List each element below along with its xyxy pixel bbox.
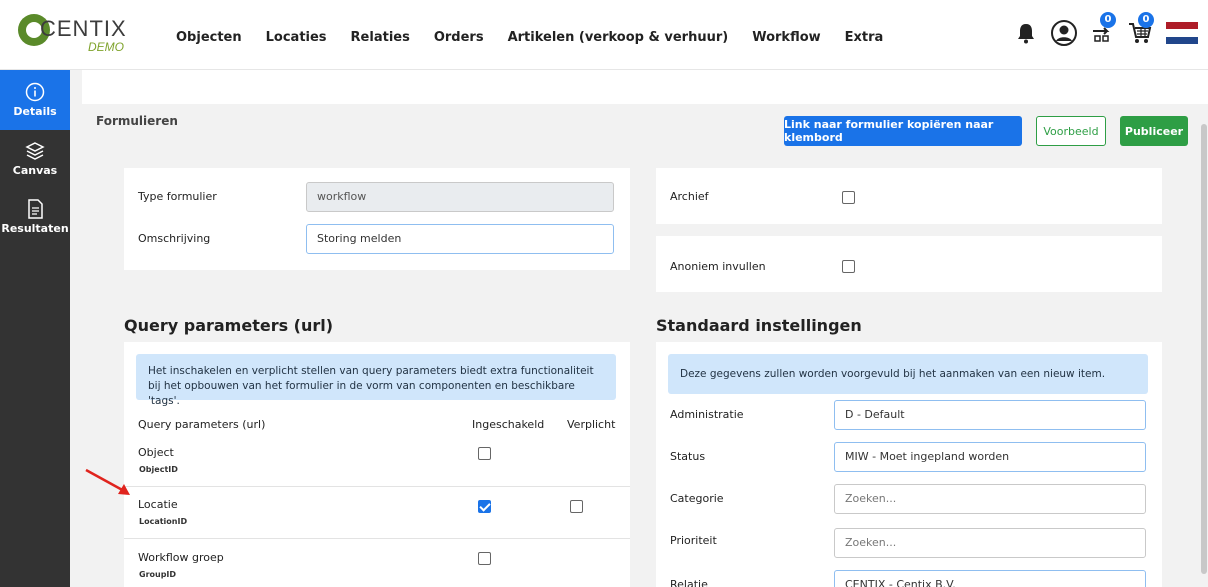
- type-label: Type formulier: [138, 190, 217, 203]
- top-bar: CENTIX DEMO Objecten Locaties Relaties O…: [0, 0, 1208, 70]
- preview-button[interactable]: Voorbeeld: [1036, 116, 1106, 146]
- bell-icon[interactable]: [1012, 18, 1040, 48]
- column-header-name: Query parameters (url): [138, 418, 266, 431]
- form-details-card: Type formulier workflow Omschrijving Sto…: [124, 168, 630, 270]
- centix-logo[interactable]: CENTIX DEMO: [18, 12, 148, 58]
- anonymous-label: Anoniem invullen: [670, 260, 766, 273]
- query-parameters-card: Het inschakelen en verplicht stellen van…: [124, 342, 630, 587]
- category-label: Categorie: [670, 492, 724, 505]
- param-code: ObjectID: [139, 465, 178, 474]
- param-label: Workflow groep: [138, 551, 224, 564]
- sidebar-label: Resultaten: [1, 222, 69, 235]
- description-field[interactable]: Storing melden: [306, 224, 614, 254]
- status-label: Status: [670, 450, 706, 463]
- category-search-field[interactable]: Zoeken...: [834, 484, 1146, 514]
- logo-text: CENTIX: [40, 16, 127, 41]
- page-title: Formulieren: [96, 114, 178, 128]
- description-label: Omschrijving: [138, 232, 211, 245]
- publish-button[interactable]: Publiceer: [1120, 116, 1188, 146]
- annotation-arrow-icon: [85, 468, 130, 495]
- nav-item-extra[interactable]: Extra: [845, 30, 884, 45]
- sidebar-item-canvas[interactable]: Canvas: [0, 130, 70, 188]
- default-settings-card: Deze gegevens zullen worden voorgevuld b…: [656, 342, 1162, 587]
- archive-card: Archief: [656, 168, 1162, 224]
- transfer-icon[interactable]: 0: [1088, 12, 1116, 48]
- nav-item-objecten[interactable]: Objecten: [176, 30, 242, 45]
- administration-field[interactable]: D - Default: [834, 400, 1146, 430]
- location-enabled-checkbox[interactable]: [478, 500, 491, 513]
- priority-label: Prioriteit: [670, 534, 717, 547]
- sidebar-label: Canvas: [12, 164, 58, 177]
- main-nav: Objecten Locaties Relaties Orders Artike…: [176, 30, 907, 45]
- sidebar-item-resultaten[interactable]: Resultaten: [0, 188, 70, 246]
- param-label: Locatie: [138, 498, 178, 511]
- administration-label: Administratie: [670, 408, 744, 421]
- copy-link-button[interactable]: Link naar formulier kopiëren naar klembo…: [784, 116, 1022, 146]
- layers-icon: [25, 142, 45, 160]
- archive-label: Archief: [670, 190, 709, 203]
- dutch-flag-icon[interactable]: [1166, 22, 1198, 44]
- left-sidebar: Details Canvas Resultaten: [0, 70, 70, 587]
- param-code: LocationID: [139, 517, 188, 526]
- page-scrollbar[interactable]: [1200, 104, 1208, 587]
- transfer-badge: 0: [1100, 12, 1116, 28]
- relation-field[interactable]: CENTIX - Centix B.V.: [834, 570, 1146, 587]
- param-code: GroupID: [139, 570, 177, 579]
- sidebar-label: Details: [13, 105, 57, 118]
- column-header-enabled: Ingeschakeld: [472, 418, 545, 431]
- group-enabled-checkbox[interactable]: [478, 552, 491, 565]
- cart-badge: 0: [1138, 12, 1154, 28]
- column-header-required: Verplicht: [567, 418, 616, 431]
- nav-item-workflow[interactable]: Workflow: [752, 30, 820, 45]
- document-icon: [28, 199, 43, 219]
- defaults-info-box: Deze gegevens zullen worden voorgevuld b…: [668, 354, 1148, 394]
- cart-icon[interactable]: 0: [1126, 12, 1154, 48]
- user-avatar-icon[interactable]: [1050, 18, 1078, 48]
- query-parameters-heading: Query parameters (url): [124, 316, 334, 335]
- param-label: Object: [138, 446, 174, 459]
- top-icons: 0 0: [1002, 12, 1198, 48]
- nav-item-locaties[interactable]: Locaties: [266, 30, 327, 45]
- anonymous-card: Anoniem invullen: [656, 236, 1162, 292]
- content-header-strip: [82, 70, 1208, 104]
- query-info-box: Het inschakelen en verplicht stellen van…: [136, 354, 616, 407]
- status-field[interactable]: MIW - Moet ingepland worden: [834, 442, 1146, 472]
- anonymous-checkbox[interactable]: [842, 260, 855, 273]
- row-divider: [124, 486, 630, 487]
- info-icon: [25, 82, 45, 102]
- nav-item-relaties[interactable]: Relaties: [351, 30, 410, 45]
- nav-item-artikelen[interactable]: Artikelen (verkoop & verhuur): [508, 30, 729, 45]
- default-settings-heading: Standaard instellingen: [656, 316, 862, 335]
- row-divider: [124, 538, 630, 539]
- main-content: Formulieren Link naar formulier kopiëren…: [82, 104, 1198, 587]
- type-field: workflow: [306, 182, 614, 212]
- location-required-checkbox[interactable]: [570, 500, 583, 513]
- priority-search-field[interactable]: Zoeken...: [834, 528, 1146, 558]
- relation-label: Relatie: [670, 578, 708, 587]
- logo-demo-label: DEMO: [88, 40, 124, 54]
- sidebar-item-details[interactable]: Details: [0, 70, 70, 130]
- object-enabled-checkbox[interactable]: [478, 447, 491, 460]
- nav-item-orders[interactable]: Orders: [434, 30, 484, 45]
- archive-checkbox[interactable]: [842, 191, 855, 204]
